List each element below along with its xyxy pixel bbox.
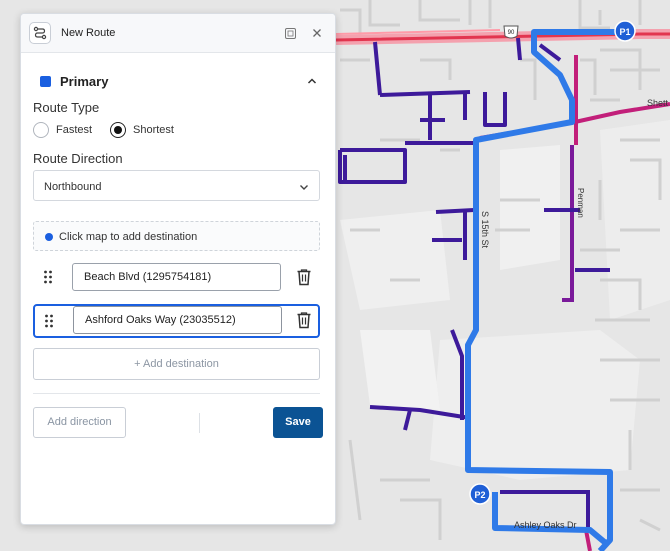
chevron-up-icon[interactable]	[305, 74, 319, 88]
panel-header: New Route	[21, 14, 335, 53]
save-button[interactable]: Save	[273, 407, 323, 438]
chevron-down-icon	[298, 180, 310, 192]
divider	[33, 393, 320, 394]
radio-fastest-circle[interactable]	[33, 122, 49, 138]
marker-p1-label: P1	[619, 27, 630, 37]
street-label-shetter: Shett	[647, 98, 669, 108]
section-title: Primary	[60, 74, 109, 89]
hint-dot-icon	[45, 233, 53, 241]
radio-fastest-label: Fastest	[56, 124, 93, 136]
new-route-panel: New Route Primary Route Type Fastest Sho…	[20, 13, 336, 525]
street-label-s15th: S 15th St	[480, 211, 490, 249]
button-separator	[199, 413, 200, 433]
trash-icon[interactable]	[296, 268, 312, 286]
dock-icon[interactable]	[283, 26, 297, 40]
section-primary-header[interactable]: Primary	[39, 73, 319, 91]
marker-p1[interactable]: P1	[614, 20, 636, 42]
route-icon	[29, 22, 51, 44]
destination-row-selected: Ashford Oaks Way (23035512)	[33, 304, 320, 338]
route-direction-value: Northbound	[44, 181, 102, 193]
add-destination-button[interactable]: + Add destination	[33, 348, 320, 380]
radio-shortest-circle[interactable]	[110, 122, 126, 138]
section-color-swatch	[40, 76, 51, 87]
route-direction-select[interactable]: Northbound	[33, 170, 320, 201]
trash-icon[interactable]	[296, 311, 312, 329]
route-type-label: Route Type	[33, 100, 100, 115]
highway-shield-icon: 90	[503, 25, 519, 39]
street-label-ashley: Ashley Oaks Dr	[514, 520, 577, 530]
hint-text: Click map to add destination	[59, 231, 198, 243]
add-direction-button[interactable]: Add direction	[33, 407, 126, 438]
radio-shortest-label: Shortest	[133, 124, 174, 136]
drag-handle-icon[interactable]	[43, 269, 53, 285]
panel-title: New Route	[61, 27, 116, 39]
marker-p2[interactable]: P2	[469, 483, 491, 505]
destination-input[interactable]: Ashford Oaks Way (23035512)	[73, 306, 282, 334]
drag-handle-icon[interactable]	[44, 313, 54, 329]
destination-row: Beach Blvd (1295754181)	[33, 261, 320, 295]
add-destination-hint: Click map to add destination	[33, 221, 320, 251]
route-direction-label: Route Direction	[33, 151, 123, 166]
marker-p2-label: P2	[474, 490, 485, 500]
close-icon[interactable]	[310, 26, 324, 40]
street-label-penman: Penman	[576, 188, 585, 218]
shield-label: 90	[508, 30, 515, 36]
destination-input[interactable]: Beach Blvd (1295754181)	[72, 263, 281, 291]
